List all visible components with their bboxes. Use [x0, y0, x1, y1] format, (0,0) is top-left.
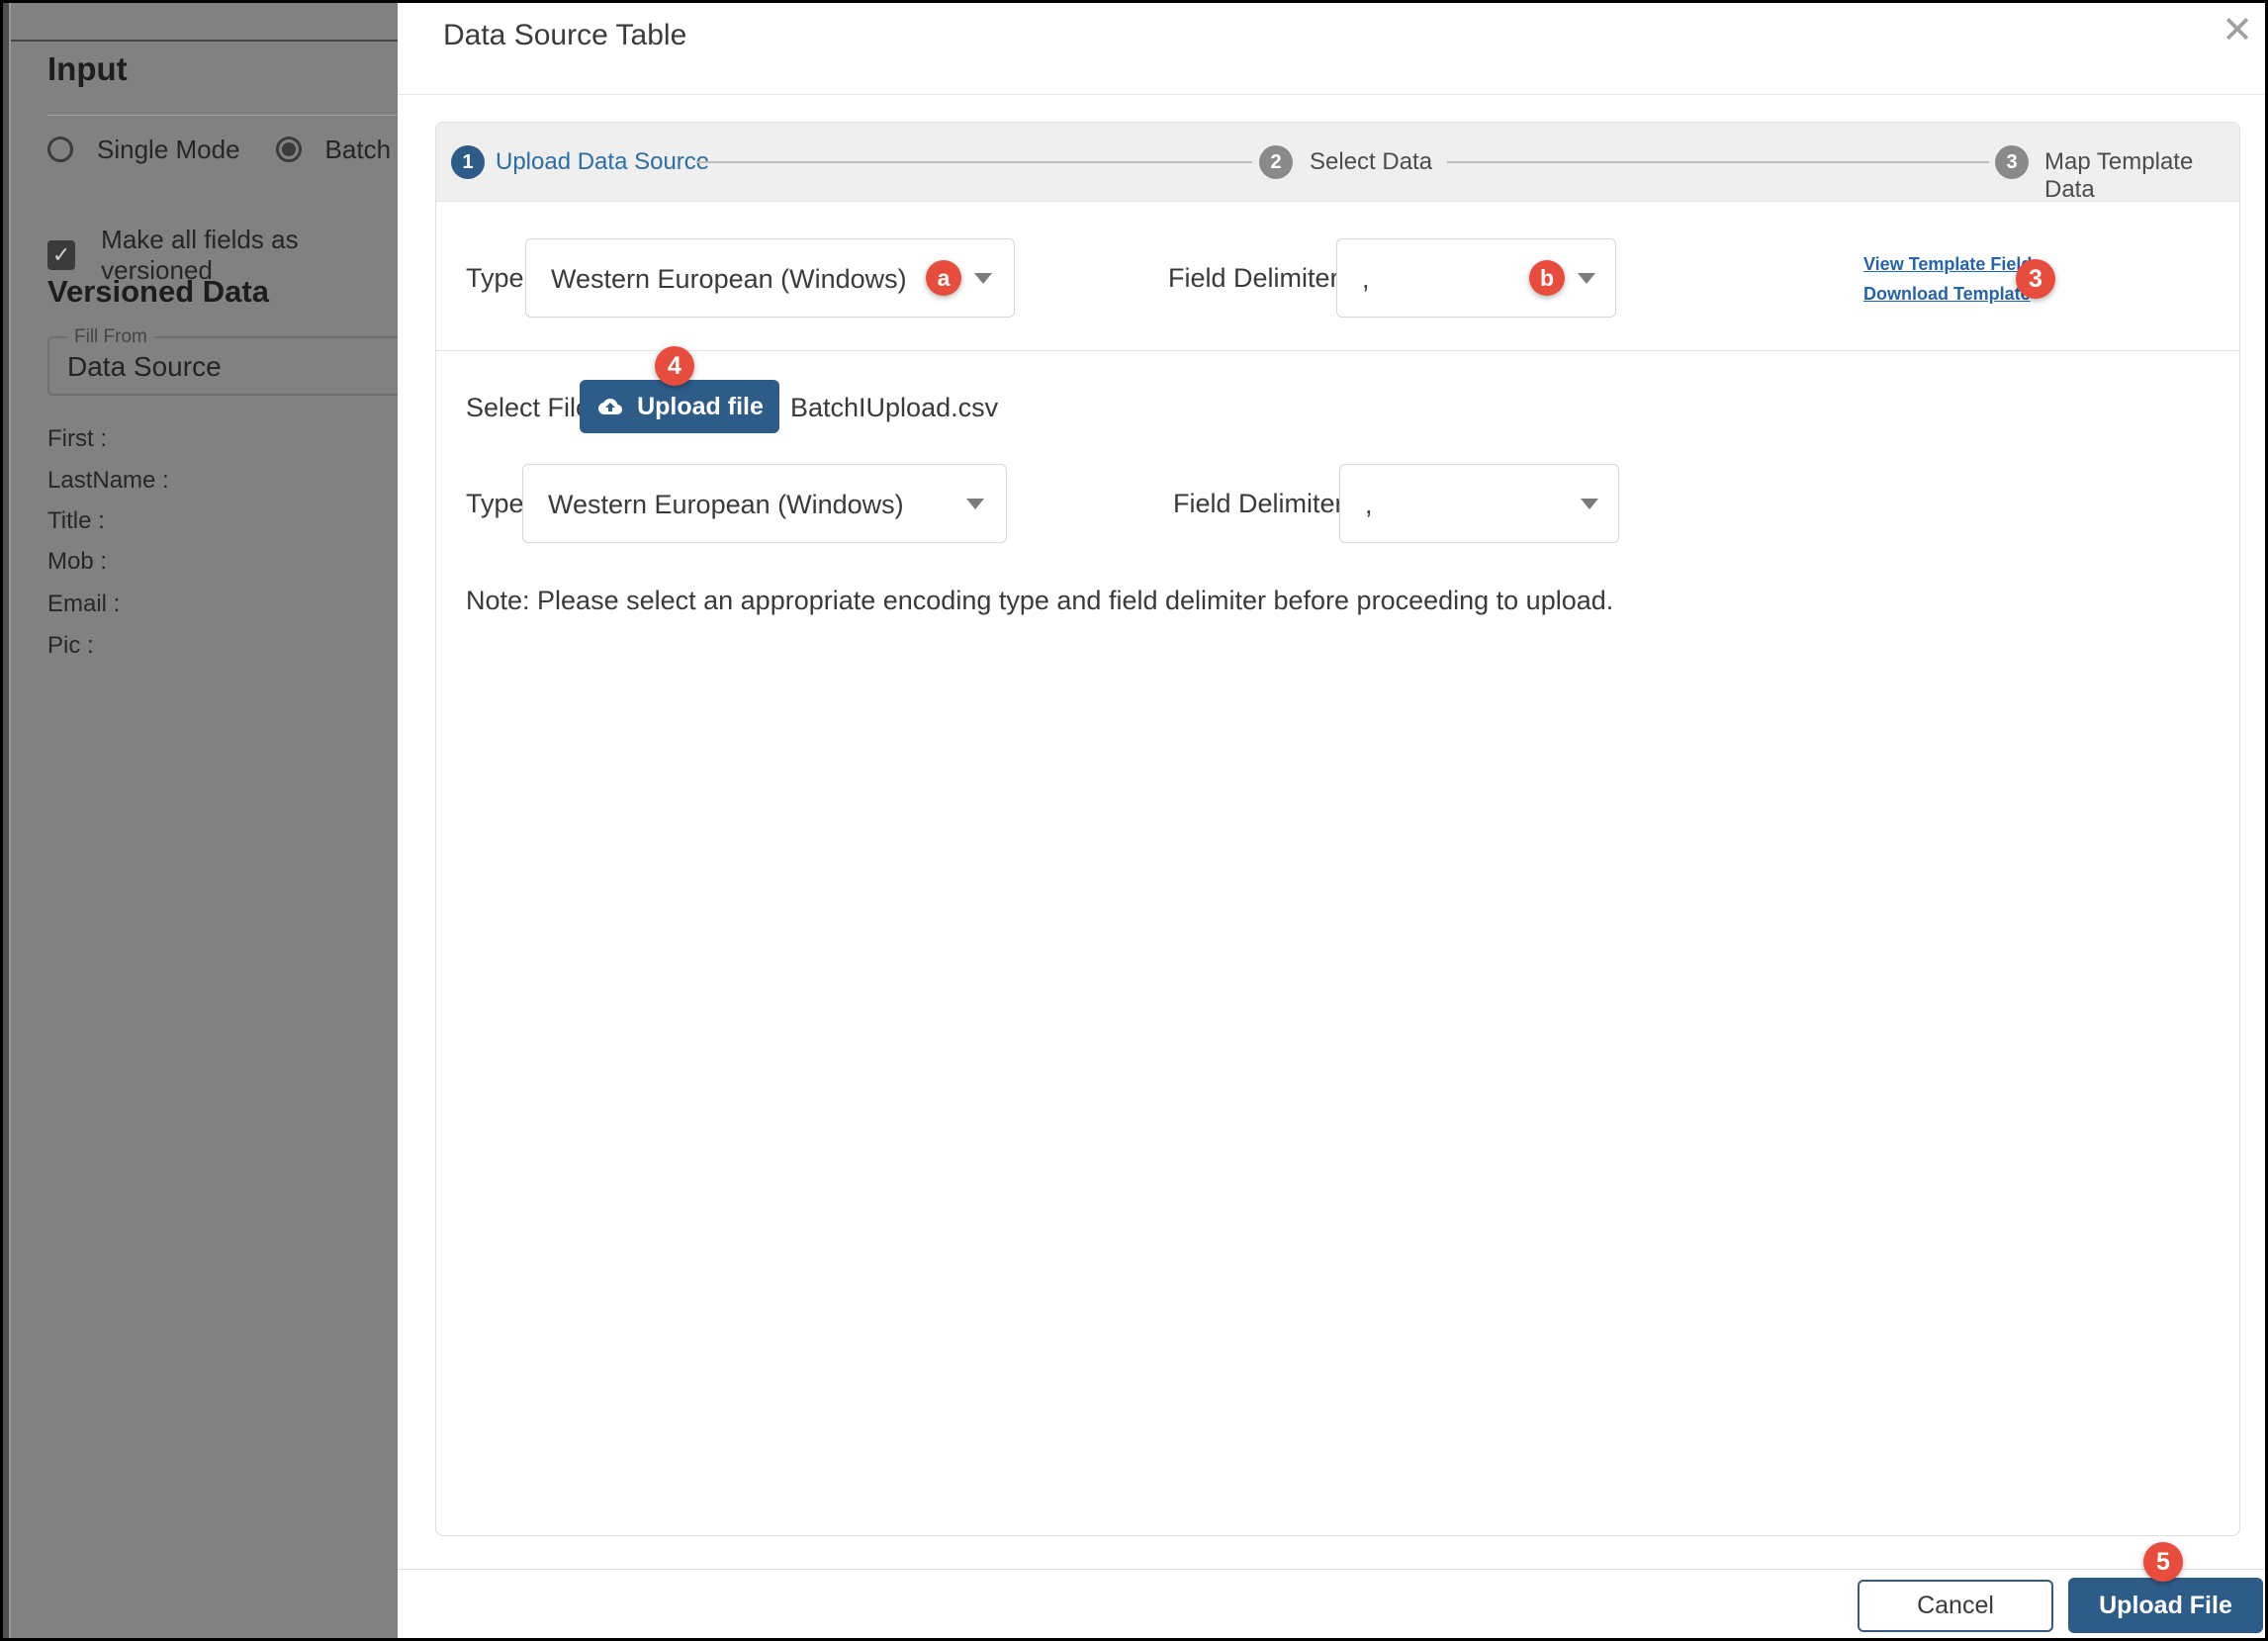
delimiter-label-1: Field Delimiter [1168, 263, 1339, 294]
screenshot-root: Input Single Mode Batch Mode ✓ Make all … [0, 0, 2268, 1641]
delimiter-label-2: Field Delimiter [1173, 489, 1344, 519]
chevron-down-icon [966, 499, 984, 509]
radio-batch-mode-label: Batch Mode [325, 135, 398, 165]
modal-header-divider [398, 94, 2265, 95]
toolbar-divider [11, 40, 398, 42]
selected-filename: BatchIUpload.csv [790, 393, 998, 423]
step-2-circle: 2 [1259, 145, 1293, 179]
type-label-1: Type [466, 263, 524, 294]
field-label-first: First : [47, 425, 107, 453]
cancel-button[interactable]: Cancel [1858, 1580, 2053, 1632]
input-divider [47, 115, 398, 116]
radio-circle-selected-icon [276, 137, 302, 162]
modal-title: Data Source Table [443, 19, 686, 52]
step-3-circle: 3 [1995, 145, 2029, 179]
chevron-down-icon [1581, 499, 1598, 509]
field-label-title: Title : [47, 507, 105, 535]
upload-file-submit-button[interactable]: Upload File [2068, 1578, 2263, 1633]
radio-circle-icon [47, 137, 73, 162]
field-label-email: Email : [47, 591, 120, 618]
annotation-badge-4: 4 [655, 346, 694, 386]
annotation-badge-b: b [1529, 260, 1565, 296]
encoding-type-value-1: Western European (Windows) [551, 239, 907, 319]
step-1-label: Upload Data Source [496, 148, 709, 176]
step-connector-1 [696, 161, 1252, 163]
encoding-type-value-2: Western European (Windows) [548, 465, 904, 544]
close-icon[interactable]: ✕ [2216, 9, 2259, 52]
annotation-badge-3: 3 [2016, 259, 2055, 299]
fill-from-select[interactable]: Fill From Data Source [47, 336, 398, 396]
step-connector-2 [1447, 161, 1989, 163]
window-edge-line [9, 3, 11, 1638]
radio-batch-mode[interactable]: Batch Mode [276, 135, 398, 165]
fill-from-label: Fill From [67, 326, 154, 348]
encoding-note: Note: Please select an appropriate encod… [466, 586, 1613, 616]
field-label-lastname: LastName : [47, 467, 169, 495]
step-2-label: Select Data [1310, 148, 1432, 176]
cloud-upload-icon [595, 395, 625, 418]
wizard-stepper: 1 Upload Data Source 2 Select Data 3 Map… [436, 123, 2239, 202]
upload-file-button-label: Upload file [637, 393, 764, 421]
checkbox-checked-icon: ✓ [47, 240, 75, 270]
step-1-circle: 1 [451, 145, 485, 179]
type-label-2: Type [466, 489, 524, 519]
annotation-badge-5: 5 [2143, 1542, 2183, 1582]
field-label-pic: Pic : [47, 632, 94, 660]
upload-file-button[interactable]: Upload file [580, 380, 779, 433]
chevron-down-icon [1578, 273, 1595, 284]
step-3-label: Map Template Data [2044, 148, 2239, 204]
field-delimiter-value-1: , [1362, 239, 1370, 319]
upload-wizard-card: 1 Upload Data Source 2 Select Data 3 Map… [435, 122, 2240, 1536]
view-template-fields-link[interactable]: View Template Fields [1863, 254, 2041, 275]
field-delimiter-value-2: , [1365, 465, 1373, 544]
background-input-panel: Input Single Mode Batch Mode ✓ Make all … [3, 3, 398, 1638]
radio-single-mode[interactable]: Single Mode [47, 135, 240, 165]
fill-from-value: Data Source [67, 351, 222, 383]
field-delimiter-select-1[interactable]: , [1336, 238, 1616, 318]
modal-footer-divider [398, 1569, 2265, 1570]
select-file-label: Select File [466, 393, 590, 423]
chevron-down-icon [974, 273, 992, 284]
encoding-type-select-2[interactable]: Western European (Windows) [522, 464, 1007, 543]
radio-single-mode-label: Single Mode [97, 135, 240, 165]
download-template-link[interactable]: Download Template [1863, 284, 2031, 305]
card-divider [436, 350, 2239, 351]
field-label-mob: Mob : [47, 548, 107, 576]
data-source-table-modal: Data Source Table ✕ 1 Upload Data Source… [398, 3, 2265, 1638]
input-section-title: Input [47, 50, 128, 88]
field-delimiter-select-2[interactable]: , [1339, 464, 1619, 543]
annotation-badge-a: a [926, 260, 961, 296]
mode-radio-group: Single Mode Batch Mode [47, 132, 398, 167]
versioned-data-title: Versioned Data [47, 274, 269, 310]
